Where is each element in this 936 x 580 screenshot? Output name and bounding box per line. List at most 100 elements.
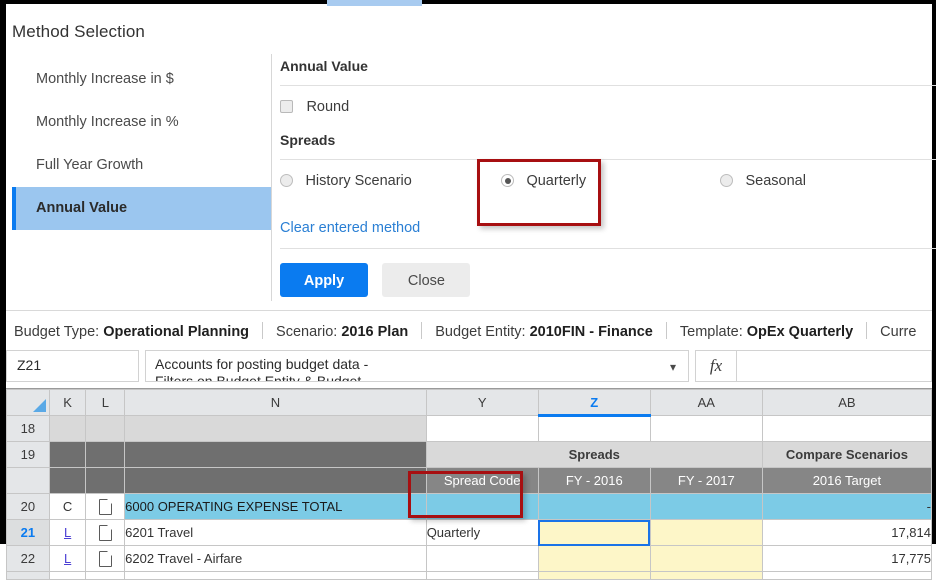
- radio-icon-seasonal[interactable]: [720, 174, 733, 187]
- column-header-Y[interactable]: Y: [425, 389, 539, 416]
- dialog-title: Method Selection: [12, 22, 145, 41]
- dialog-actions: Apply Close: [280, 249, 936, 297]
- formula-input[interactable]: [737, 350, 932, 382]
- round-label: Round: [306, 99, 350, 115]
- radio-option-seasonal[interactable]: Seasonal: [720, 172, 806, 190]
- application-window: Method Selection Monthly Increase in $ M…: [0, 0, 936, 580]
- cell-Y23[interactable]: [425, 571, 539, 580]
- cell-AA18[interactable]: [649, 415, 763, 442]
- cell-N19[interactable]: [124, 441, 427, 468]
- cell-N20[interactable]: 6000 OPERATING EXPENSE TOTAL: [124, 493, 427, 520]
- cell-AA22[interactable]: [649, 545, 763, 572]
- cell-N22[interactable]: 6202 Travel - Airfare: [124, 545, 427, 572]
- apply-button[interactable]: Apply: [280, 263, 368, 297]
- cell-Z18[interactable]: [537, 415, 651, 442]
- method-item-annual-value[interactable]: Annual Value: [12, 187, 271, 230]
- document-icon: [98, 498, 112, 515]
- method-list: Monthly Increase in $ Monthly Increase i…: [12, 58, 271, 301]
- info-template-label: Template:: [679, 324, 743, 340]
- cell-Y20[interactable]: [425, 493, 539, 520]
- cell-AA20[interactable]: [649, 493, 763, 520]
- document-icon: [98, 550, 112, 567]
- table-row: 22 L 6202 Travel - Airfare 17,775: [6, 545, 933, 572]
- cell-L19[interactable]: [85, 441, 126, 468]
- select-all-corner[interactable]: [6, 389, 50, 416]
- clear-entered-method-link[interactable]: Clear entered method: [280, 210, 936, 248]
- name-box[interactable]: Z21: [6, 350, 139, 382]
- info-budget-entity-value: 2010FIN - Finance: [529, 324, 653, 340]
- cell-AB21[interactable]: 17,814: [761, 519, 933, 546]
- chevron-down-icon[interactable]: ▾: [670, 360, 676, 374]
- info-template-value: OpEx Quarterly: [746, 324, 854, 340]
- row-header-21[interactable]: 21: [6, 519, 50, 546]
- cell-AB18[interactable]: [761, 415, 933, 442]
- radio-icon-quarterly[interactable]: [501, 174, 514, 187]
- cell-L23[interactable]: [85, 571, 126, 580]
- cell-K23[interactable]: [48, 571, 87, 580]
- cell-Z23[interactable]: [537, 571, 651, 580]
- radio-option-history-scenario[interactable]: History Scenario: [280, 172, 412, 190]
- info-scenario: Scenario: 2016 Plan: [263, 314, 421, 340]
- cell-description-box[interactable]: Accounts for posting budget data - Filte…: [145, 350, 689, 382]
- cell-AA23[interactable]: [649, 571, 763, 580]
- cell-L22[interactable]: [85, 545, 126, 572]
- column-header-L[interactable]: L: [85, 389, 126, 416]
- method-item-full-year-growth[interactable]: Full Year Growth: [12, 144, 271, 187]
- cell-K19[interactable]: [48, 441, 87, 468]
- header-spread-code: Spread Code: [425, 467, 539, 494]
- cell-N18[interactable]: [124, 415, 427, 442]
- row-header-18[interactable]: 18: [6, 415, 50, 442]
- cell-Y22[interactable]: [425, 545, 539, 572]
- cell-N19b[interactable]: [124, 467, 427, 494]
- method-item-label: Annual Value: [36, 200, 128, 216]
- round-option-row[interactable]: Round: [280, 86, 936, 132]
- column-header-N[interactable]: N: [124, 389, 427, 416]
- row-header-19b[interactable]: [6, 467, 50, 494]
- row-header-22[interactable]: 22: [6, 545, 50, 572]
- method-detail-panel: Annual Value Round Spreads History Scena…: [280, 58, 936, 297]
- cell-K19b[interactable]: [48, 467, 87, 494]
- cell-L18[interactable]: [85, 415, 126, 442]
- column-header-K[interactable]: K: [48, 389, 87, 416]
- cell-K18[interactable]: [48, 415, 87, 442]
- cell-AB22[interactable]: 17,775: [761, 545, 933, 572]
- cell-AB23[interactable]: [761, 571, 933, 580]
- cell-K20[interactable]: C: [48, 493, 87, 520]
- cell-Y18[interactable]: [425, 415, 539, 442]
- info-scenario-label: Scenario:: [276, 324, 338, 340]
- cell-K22[interactable]: L: [48, 545, 87, 572]
- table-row: [6, 571, 933, 580]
- fx-icon[interactable]: fx: [695, 350, 737, 382]
- radio-option-quarterly[interactable]: Quarterly: [501, 172, 586, 190]
- cell-N23[interactable]: [124, 571, 427, 580]
- close-button[interactable]: Close: [382, 263, 471, 297]
- round-checkbox[interactable]: [280, 100, 293, 113]
- cell-description-line-2: Filters on Budget Entity & Budget: [155, 373, 362, 382]
- method-item-monthly-increase-percent[interactable]: Monthly Increase in %: [12, 101, 271, 144]
- method-item-monthly-increase-dollar[interactable]: Monthly Increase in $: [12, 58, 271, 101]
- cell-Y21-spread-code[interactable]: Quarterly: [425, 519, 539, 546]
- row-header-19[interactable]: 19: [6, 441, 50, 468]
- cell-L19b[interactable]: [85, 467, 126, 494]
- table-row: 18: [6, 415, 933, 442]
- cell-Z20[interactable]: [537, 493, 651, 520]
- column-header-Z[interactable]: Z: [537, 389, 651, 417]
- cell-Z22[interactable]: [537, 545, 651, 572]
- row-header-20[interactable]: 20: [6, 493, 50, 520]
- cell-L21[interactable]: [85, 519, 126, 546]
- column-header-AB[interactable]: AB: [761, 389, 933, 416]
- row-header-23[interactable]: [6, 571, 50, 580]
- spreads-heading: Spreads: [280, 132, 336, 148]
- cell-K21[interactable]: L: [48, 519, 87, 546]
- spreadsheet-grid: K L N Y Z AA AB 18 19 Spreads Compare Sc…: [6, 388, 933, 580]
- info-budget-type: Budget Type: Operational Planning: [6, 314, 262, 340]
- cell-AA21[interactable]: [649, 519, 763, 546]
- cell-L20[interactable]: [85, 493, 126, 520]
- cell-Z21-selected[interactable]: [537, 519, 651, 546]
- info-budget-type-label: Budget Type:: [14, 324, 100, 340]
- info-scenario-value: 2016 Plan: [341, 324, 409, 340]
- cell-AB20[interactable]: -: [761, 493, 933, 520]
- column-header-AA[interactable]: AA: [649, 389, 763, 416]
- radio-icon-history-scenario[interactable]: [280, 174, 293, 187]
- cell-N21[interactable]: 6201 Travel: [124, 519, 427, 546]
